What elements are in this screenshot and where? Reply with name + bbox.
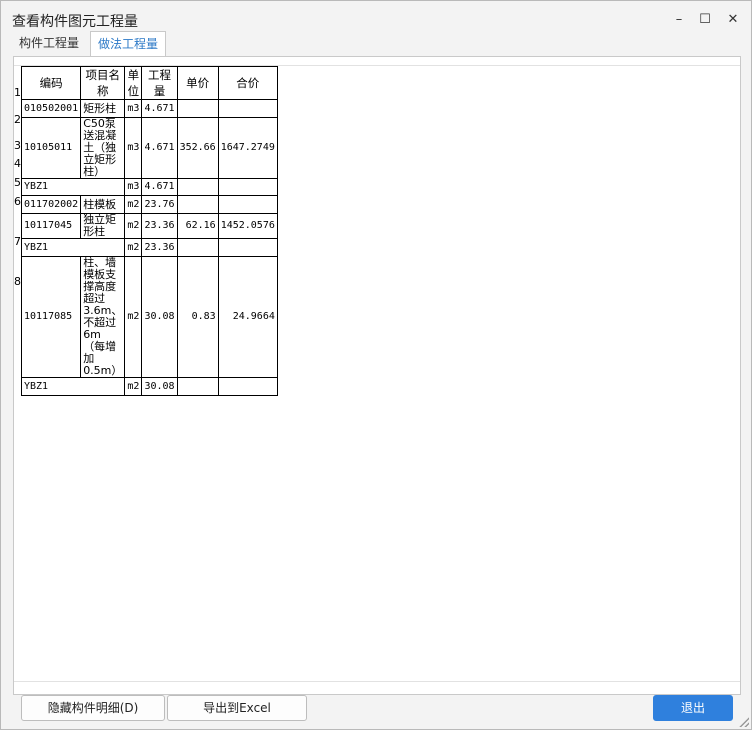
row-number: 3	[14, 139, 21, 152]
tab-method-quantity[interactable]: 做法工程量	[90, 31, 167, 57]
cell-total[interactable]	[217, 99, 278, 118]
close-icon[interactable]: ✕	[723, 9, 743, 29]
table-row[interactable]: 10117045 独立矩形柱 m2 23.36 62.16 1452.0576	[20, 213, 278, 239]
cell-total[interactable]: 1647.2749	[217, 117, 278, 179]
cell-unit[interactable]: m2	[124, 377, 143, 396]
cell-price[interactable]	[176, 238, 219, 257]
cell-price[interactable]: 0.83	[176, 256, 219, 378]
cell-code[interactable]: 011702002	[20, 195, 82, 214]
minimize-icon[interactable]: –	[669, 9, 689, 29]
cell-quantity[interactable]: 30.08	[141, 256, 178, 378]
cell-name[interactable]: 柱模板	[80, 195, 126, 214]
exit-button[interactable]: 退出	[653, 695, 733, 721]
maximize-icon[interactable]: ☐	[695, 9, 715, 29]
col-header-total[interactable]: 合价	[217, 66, 278, 100]
cell-unit[interactable]: m2	[124, 256, 143, 378]
table-row[interactable]: YBZ1 m3 4.671	[20, 178, 278, 196]
cell-unit[interactable]: m2	[124, 238, 143, 257]
cell-code[interactable]: 10105011	[20, 117, 82, 179]
cell-quantity[interactable]: 23.36	[141, 238, 178, 257]
cell-code[interactable]: YBZ1	[20, 377, 126, 396]
cell-code[interactable]: 10117085	[20, 256, 82, 378]
cell-name[interactable]: C50泵送混凝土（独立矩形柱）	[80, 117, 126, 179]
table-row[interactable]: YBZ1 m2 30.08	[20, 377, 278, 396]
table-row[interactable]: YBZ1 m2 23.36	[20, 238, 278, 257]
row-number: 1	[14, 86, 21, 99]
table-row[interactable]: 010502001 矩形柱 m3 4.671	[20, 99, 278, 118]
cell-name[interactable]: 柱、墙模板支撑高度超过3.6m、不超过6m（每增加0.5m）	[80, 256, 126, 378]
cell-code[interactable]: YBZ1	[20, 178, 126, 196]
cell-price[interactable]: 352.66	[176, 117, 219, 179]
title-bar: 查看构件图元工程量 – ☐ ✕	[1, 1, 751, 33]
table-row[interactable]: 10105011 C50泵送混凝土（独立矩形柱） m3 4.671 352.66…	[20, 117, 278, 179]
cell-unit[interactable]: m3	[124, 99, 143, 118]
cell-name[interactable]: 矩形柱	[80, 99, 126, 118]
col-header-price[interactable]: 单价	[176, 66, 219, 100]
col-header-unit[interactable]: 单位	[124, 66, 143, 100]
cell-price[interactable]	[176, 99, 219, 118]
cell-total[interactable]	[217, 238, 278, 257]
cell-name[interactable]: 独立矩形柱	[80, 213, 126, 239]
col-header-name[interactable]: 项目名称	[80, 66, 126, 100]
quantity-table: 编码 项目名称 单位 工程量 单价 合价 010502001 矩形柱 m3 4.…	[20, 66, 278, 396]
col-header-code[interactable]: 编码	[20, 66, 82, 100]
cell-price[interactable]	[176, 195, 219, 214]
cell-unit[interactable]: m3	[124, 178, 143, 196]
hide-detail-button[interactable]: 隐藏构件明细(D)	[21, 695, 165, 721]
cell-total[interactable]	[217, 377, 278, 396]
cell-quantity[interactable]: 30.08	[141, 377, 178, 396]
cell-code[interactable]: 010502001	[20, 99, 82, 118]
cell-unit[interactable]: m2	[124, 213, 143, 239]
cell-quantity[interactable]: 23.76	[141, 195, 178, 214]
cell-quantity[interactable]: 4.671	[141, 178, 178, 196]
row-number: 4	[14, 157, 21, 170]
cell-quantity[interactable]: 4.671	[141, 117, 178, 179]
cell-unit[interactable]: m3	[124, 117, 143, 179]
table-header-row: 编码 项目名称 单位 工程量 单价 合价	[20, 66, 278, 100]
table-row[interactable]: 011702002 柱模板 m2 23.76	[20, 195, 278, 214]
resize-grip-icon[interactable]	[739, 717, 749, 727]
col-header-quantity[interactable]: 工程量	[141, 66, 178, 100]
row-number: 6	[14, 195, 21, 208]
quantity-dialog: 查看构件图元工程量 – ☐ ✕ 构件工程量 做法工程量 1 2 3 4 5 6 …	[0, 0, 752, 730]
cell-quantity[interactable]: 4.671	[141, 99, 178, 118]
cell-quantity[interactable]: 23.36	[141, 213, 178, 239]
cell-code[interactable]: 10117045	[20, 213, 82, 239]
table-row[interactable]: 10117085 柱、墙模板支撑高度超过3.6m、不超过6m（每增加0.5m） …	[20, 256, 278, 378]
row-number: 5	[14, 176, 21, 189]
cell-price[interactable]	[176, 377, 219, 396]
cell-total[interactable]: 24.9664	[217, 256, 278, 378]
row-number: 2	[14, 113, 21, 126]
table-panel: 1 2 3 4 5 6 7 8 编码 项目名称 单位 工程量 单价 合价 010…	[13, 56, 741, 695]
row-number: 7	[14, 235, 21, 248]
cell-price[interactable]: 62.16	[176, 213, 219, 239]
cell-total[interactable]: 1452.0576	[217, 213, 278, 239]
export-excel-button[interactable]: 导出到Excel	[167, 695, 307, 721]
row-number: 8	[14, 275, 21, 288]
cell-unit[interactable]: m2	[124, 195, 143, 214]
tab-component-quantity[interactable]: 构件工程量	[12, 31, 86, 55]
cell-total[interactable]	[217, 195, 278, 214]
divider	[14, 681, 740, 682]
cell-code[interactable]: YBZ1	[20, 238, 126, 257]
window-title: 查看构件图元工程量	[12, 14, 138, 30]
cell-total[interactable]	[217, 178, 278, 196]
cell-price[interactable]	[176, 178, 219, 196]
